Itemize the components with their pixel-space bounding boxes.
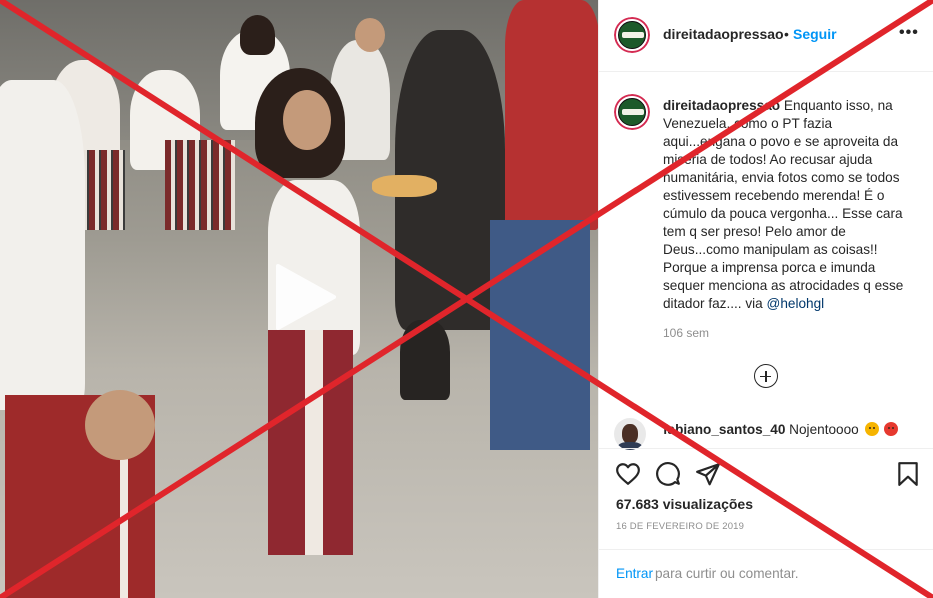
- plus-circle-icon[interactable]: [754, 364, 778, 388]
- comment-item: fabiano_santos_40 Nojentoooo: [663, 422, 899, 437]
- post-actions: 67.683 visualizações 16 DE FEVEREIRO DE …: [599, 448, 933, 598]
- video-boy-figure: [0, 80, 85, 410]
- pouting-face-icon: [884, 422, 899, 436]
- login-prompt-text: para curtir ou comentar.: [655, 566, 799, 581]
- video-crowd-figure: [165, 140, 235, 230]
- video-adult-figure: [505, 0, 598, 230]
- angry-face-icon: [864, 422, 879, 436]
- caption-username[interactable]: direitadaopressao: [663, 98, 780, 113]
- video-boy-figure: [85, 390, 155, 460]
- author-username[interactable]: direitadaopressao: [663, 26, 784, 42]
- commenter-avatar[interactable]: [614, 418, 646, 450]
- video-girl-figure: [283, 90, 331, 150]
- view-count[interactable]: 67.683 visualizações: [616, 496, 753, 512]
- post-video[interactable]: [0, 0, 598, 598]
- comment-username[interactable]: fabiano_santos_40: [663, 422, 785, 437]
- comment-text: Nojentoooo: [789, 422, 859, 437]
- bookmark-icon[interactable]: [895, 461, 921, 487]
- caption-mention-link[interactable]: @helohgl: [767, 296, 825, 311]
- post-date: 16 DE FEVEREIRO DE 2019: [616, 521, 745, 532]
- paper-plane-icon[interactable]: [695, 461, 721, 487]
- more-icon[interactable]: •••: [899, 24, 919, 42]
- video-adult-figure: [490, 220, 590, 450]
- header-separator: •: [784, 26, 789, 42]
- post-side-panel: direitadaopressao • Seguir ••• direitada…: [598, 0, 933, 598]
- caption-text: Enquanto isso, na Venezuela, como o PT f…: [663, 98, 904, 311]
- post-caption: direitadaopressao Enquanto isso, na Vene…: [663, 97, 913, 313]
- caption-author-avatar[interactable]: [614, 94, 650, 130]
- video-girl-figure: [372, 175, 437, 197]
- video-crowd-figure: [240, 15, 275, 55]
- login-link[interactable]: Entrar: [616, 566, 653, 581]
- video-adult-figure: [400, 320, 450, 400]
- heart-icon[interactable]: [615, 461, 641, 487]
- comment-icon[interactable]: [655, 461, 681, 487]
- login-prompt: Entrar para curtir ou comentar.: [599, 549, 933, 598]
- video-crowd-figure: [355, 18, 385, 52]
- play-icon[interactable]: [268, 262, 338, 332]
- video-girl-figure: [305, 330, 323, 555]
- author-avatar[interactable]: [614, 17, 650, 53]
- post-header: direitadaopressao • Seguir •••: [599, 0, 933, 72]
- follow-button[interactable]: Seguir: [793, 26, 837, 42]
- caption-timestamp: 106 sem: [663, 326, 710, 340]
